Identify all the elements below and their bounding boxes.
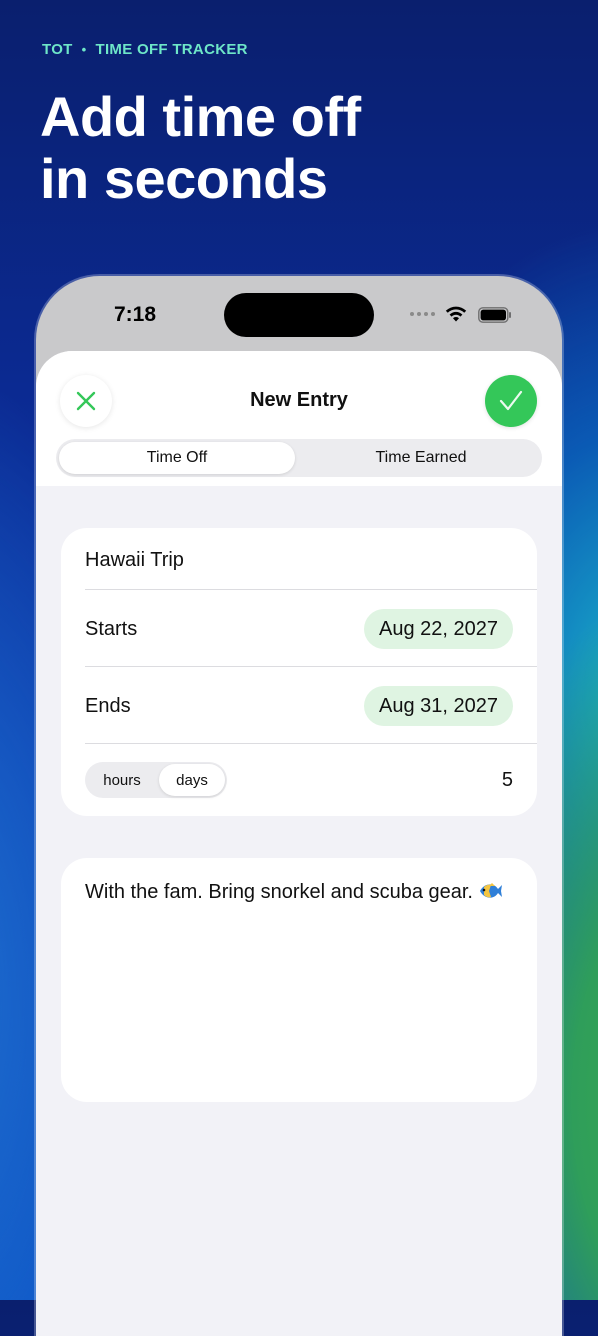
checkmark-icon <box>499 390 523 411</box>
divider <box>85 743 537 744</box>
brand-eyebrow: TOT • TIME OFF TRACKER <box>42 41 248 58</box>
unit-days-option[interactable]: days <box>159 764 225 796</box>
wifi-icon <box>445 306 467 322</box>
entry-type-segmented-control: Time Off Time Earned <box>56 439 542 477</box>
sheet-title: New Entry <box>250 389 348 411</box>
tab-time-off[interactable]: Time Off <box>59 442 295 474</box>
new-entry-sheet: New Entry Time Off Time Earned Hawaii Tr… <box>36 351 562 1336</box>
phone-frame: 7:18 New Entry Time Off Time Earned Hawa… <box>36 276 562 1336</box>
headline-line-2: in seconds <box>40 147 328 210</box>
marketing-headline: Add time off in seconds <box>40 86 560 210</box>
end-date-picker[interactable]: Aug 31, 2027 <box>364 686 513 726</box>
amount-value[interactable]: 5 <box>502 769 513 792</box>
unit-segmented-control: hours days <box>85 762 227 798</box>
sheet-header: New Entry Time Off Time Earned <box>36 351 562 486</box>
notes-text: With the fam. Bring snorkel and scuba ge… <box>85 881 473 903</box>
divider <box>85 589 537 590</box>
brand-name: TOT <box>42 41 73 58</box>
headline-line-1: Add time off <box>40 85 361 148</box>
status-bar: 7:18 <box>36 276 562 352</box>
brand-tagline: TIME OFF TRACKER <box>95 41 248 58</box>
unit-hours-option[interactable]: hours <box>87 764 157 796</box>
entry-details-card: Hawaii Trip Starts Aug 22, 2027 Ends Aug… <box>61 528 537 816</box>
save-button[interactable] <box>485 375 537 427</box>
tab-time-earned[interactable]: Time Earned <box>303 442 539 474</box>
cellular-signal-icon <box>410 312 435 316</box>
status-time: 7:18 <box>114 303 157 326</box>
start-date-picker[interactable]: Aug 22, 2027 <box>364 609 513 649</box>
dynamic-island <box>224 293 374 337</box>
divider <box>85 666 537 667</box>
notes-card[interactable]: With the fam. Bring snorkel and scuba ge… <box>61 858 537 1102</box>
battery-icon <box>478 307 511 323</box>
entry-name-field[interactable]: Hawaii Trip <box>85 549 513 572</box>
tropical-fish-icon <box>479 883 502 898</box>
notes-field[interactable]: With the fam. Bring snorkel and scuba ge… <box>85 879 525 905</box>
brand-separator: • <box>81 42 87 57</box>
